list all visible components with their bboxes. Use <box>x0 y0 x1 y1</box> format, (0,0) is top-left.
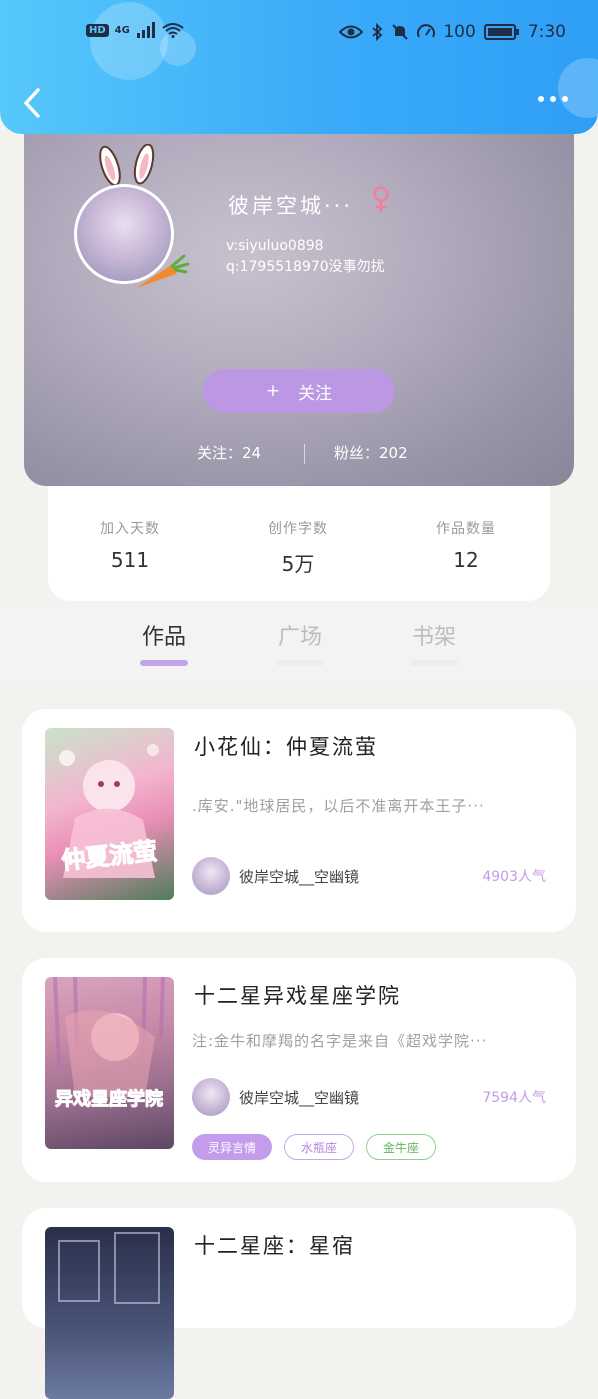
content-tabs: 作品 广场 书架 <box>0 601 598 685</box>
dot-icon <box>550 96 556 102</box>
battery-percent: 100 <box>443 22 476 42</box>
book-card[interactable]: 异戏星座学院 十二星异戏星座学院 注:金牛和摩羯的名字是来自《超戏学院··· 彼… <box>22 958 576 1182</box>
back-arrow-icon <box>24 88 40 118</box>
signal-icon <box>136 22 155 38</box>
tab-indicator <box>276 660 324 666</box>
tag-list: 灵异言情 水瓶座 金牛座 <box>192 1134 437 1160</box>
stat-label: 创作字数 <box>268 521 328 537</box>
more-options-button[interactable] <box>538 96 572 108</box>
speed-gauge-icon <box>417 24 436 38</box>
tag-taurus[interactable]: 金牛座 <box>366 1134 437 1160</box>
book-cover[interactable]: 异戏星座学院 <box>45 977 174 1149</box>
popularity-count: 4903人气 <box>482 869 546 885</box>
divider <box>304 444 305 464</box>
stat-label: 作品数量 <box>436 521 496 537</box>
book-title[interactable]: 十二星异戏星座学院 <box>194 980 401 1010</box>
clock-time: 7:30 <box>527 22 566 42</box>
tag-genre[interactable]: 灵异言情 <box>192 1134 273 1160</box>
decor-bubble <box>558 58 598 118</box>
hd-icon: HD <box>86 23 109 37</box>
bio-line: v:siyuluo0898 <box>226 238 324 254</box>
avatar-container[interactable] <box>74 144 190 288</box>
bluetooth-icon <box>372 23 383 41</box>
tab-indicator <box>140 660 188 666</box>
author-avatar[interactable] <box>192 857 230 895</box>
stat-label: 加入天数 <box>100 521 160 537</box>
top-header: HD 4G 100 7:30 <box>0 0 598 134</box>
follow-button[interactable]: + 关注 <box>203 369 395 413</box>
tab-works[interactable]: 作品 <box>134 619 194 651</box>
battery-icon <box>483 24 519 40</box>
status-bar: HD 4G 100 7:30 <box>0 20 598 50</box>
stat-value: 511 <box>110 548 150 572</box>
wifi-icon <box>162 23 184 38</box>
stat-value: 5万 <box>281 552 315 576</box>
tab-square[interactable]: 广场 <box>270 619 330 651</box>
book-card[interactable]: 仲夏流萤 小花仙：仲夏流萤 .库安."地球居民，以后不准离开本王子··· 彼岸空… <box>22 709 576 932</box>
author-name[interactable]: 彼岸空城__空幽镜 <box>239 1087 359 1108</box>
popularity-count: 7594人气 <box>482 1090 546 1106</box>
book-title[interactable]: 十二星座：星宿 <box>194 1230 355 1260</box>
network-label: 4G <box>114 24 130 36</box>
author-name[interactable]: 彼岸空城__空幽镜 <box>239 866 359 887</box>
stat-join-days: 加入天数 511 <box>70 518 190 572</box>
book-description: 注:金牛和摩羯的名字是来自《超戏学院··· <box>192 1032 488 1050</box>
bunny-ears-icon <box>99 144 155 187</box>
cover-illustration <box>58 1232 160 1304</box>
plus-icon: + <box>265 381 281 401</box>
book-title[interactable]: 小花仙：仲夏流萤 <box>194 731 378 761</box>
cover-illustration <box>53 977 165 1097</box>
book-description: .库安."地球居民，以后不准离开本王子··· <box>192 797 485 815</box>
carrot-icon <box>136 254 190 288</box>
profile-card: 彼岸空城··· v:siyuluo0898 q:1795518970没事勿扰 +… <box>24 104 574 486</box>
stat-work-count: 作品数量 12 <box>406 518 526 572</box>
fans-count[interactable]: 粉丝：202 <box>334 442 408 463</box>
follow-button-label: 关注 <box>298 383 333 404</box>
author-avatar[interactable] <box>192 1078 230 1116</box>
follow-counts: 关注：24 粉丝：202 <box>24 442 574 466</box>
book-cover[interactable] <box>45 1227 174 1399</box>
stat-value: 12 <box>453 548 479 572</box>
back-button[interactable] <box>18 86 48 120</box>
book-cover[interactable]: 仲夏流萤 <box>45 728 174 900</box>
female-gender-icon <box>373 186 389 213</box>
tab-indicator <box>410 660 458 666</box>
profile-nickname: 彼岸空城··· <box>228 194 354 218</box>
book-card[interactable]: 十二星座：星宿 <box>22 1208 576 1399</box>
mute-bell-icon <box>392 24 409 40</box>
author-row: 彼岸空城__空幽镜 7594人气 <box>192 1078 546 1118</box>
dot-icon <box>562 96 568 102</box>
bio-line: q:1795518970没事勿扰 <box>226 259 385 275</box>
tag-aquarius[interactable]: 水瓶座 <box>284 1134 355 1160</box>
eye-icon <box>339 25 364 39</box>
following-count[interactable]: 关注：24 <box>197 442 261 463</box>
cover-title: 异戏星座学院 <box>55 1089 164 1111</box>
author-row: 彼岸空城__空幽镜 4903人气 <box>192 857 546 897</box>
tab-bookshelf[interactable]: 书架 <box>404 619 464 651</box>
stat-word-count: 创作字数 5万 <box>238 518 358 577</box>
stats-card: 加入天数 511 创作字数 5万 作品数量 12 <box>48 486 550 601</box>
dot-icon <box>538 96 544 102</box>
profile-bio: v:siyuluo0898 q:1795518970没事勿扰 <box>226 236 385 278</box>
